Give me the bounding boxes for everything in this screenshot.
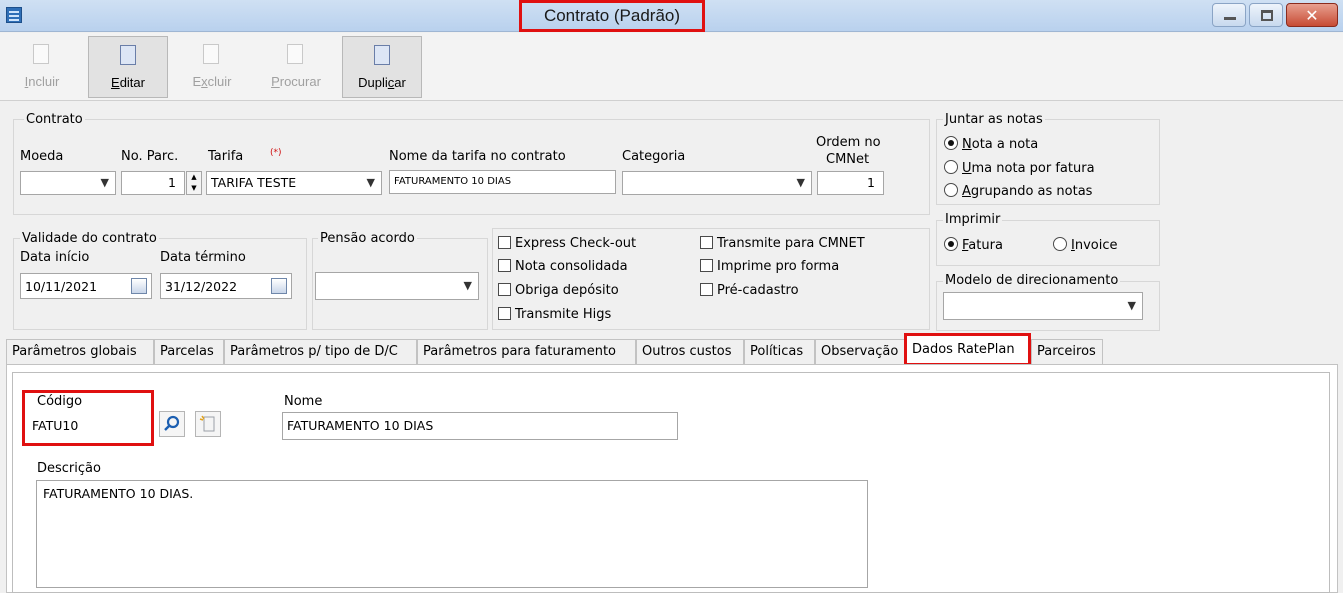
window-title: Contrato (Padrão) [519, 0, 705, 32]
duplicate-icon [374, 45, 390, 65]
moeda-label: Moeda [20, 149, 64, 164]
incluir-button[interactable]: Incluir [2, 36, 82, 98]
edit-document-icon [120, 45, 136, 65]
nome-label: Nome [284, 394, 323, 409]
chevron-down-icon: ▼ [1127, 299, 1136, 312]
radio-uma-nota-por-fatura[interactable]: Uma nota por fatura [944, 160, 1095, 176]
close-icon: ✕ [1305, 5, 1319, 25]
parcelas-spinner[interactable]: ▲ ▼ [186, 171, 202, 195]
ordem-label-line1: Ordem no [816, 135, 881, 150]
radio-agrupando-notas[interactable]: Agrupando as notas [944, 183, 1092, 199]
parcelas-label: No. Parc. [121, 149, 179, 164]
parcelas-input[interactable]: 1 [121, 171, 185, 195]
check-nota-consolidada[interactable]: Nota consolidada [498, 259, 628, 274]
nome-tarifa-label: Nome da tarifa no contrato [389, 149, 566, 164]
ordem-label-line2: CMNet [826, 152, 870, 167]
radio-fatura[interactable]: Fatura [944, 237, 1003, 253]
radio-invoice[interactable]: Invoice [1053, 237, 1118, 253]
calendar-icon[interactable] [131, 278, 147, 294]
tab-parceiros[interactable]: Parceiros [1031, 339, 1103, 366]
chevron-down-icon: ▼ [366, 176, 375, 189]
codigo-label: Código [37, 394, 83, 409]
check-transmite-higs[interactable]: Transmite Higs [498, 307, 611, 322]
maximize-icon [1261, 10, 1273, 21]
tab-dados-rateplan[interactable]: Dados RatePlan [904, 333, 1031, 366]
juntar-notas-title: Juntar as notas [943, 112, 1045, 127]
modelo-title: Modelo de direcionamento [943, 273, 1121, 288]
duplicar-button[interactable]: Duplicar [342, 36, 422, 98]
calendar-icon[interactable] [271, 278, 287, 294]
tab-parametros-faturamento[interactable]: Parâmetros para faturamento [417, 339, 636, 366]
chevron-down-icon: ▼ [796, 176, 805, 189]
validade-title: Validade do contrato [20, 231, 159, 246]
tab-parcelas[interactable]: Parcelas [154, 339, 224, 366]
spin-up-icon: ▲ [191, 173, 197, 181]
data-termino-input[interactable]: 31/12/2022 [160, 273, 292, 299]
spin-down-icon: ▼ [191, 184, 197, 192]
categoria-select[interactable]: ▼ [622, 171, 812, 195]
ordem-input[interactable]: 1 [817, 171, 884, 195]
search-icon [164, 415, 180, 431]
data-termino-label: Data término [160, 250, 246, 265]
excluir-button[interactable]: Excluir [172, 36, 252, 98]
descricao-textarea[interactable]: FATURAMENTO 10 DIAS. [36, 480, 868, 588]
tarifa-required-marker: (*) [270, 148, 282, 158]
new-document-icon [199, 415, 215, 432]
imprimir-title: Imprimir [943, 212, 1003, 227]
nome-tarifa-input[interactable]: FATURAMENTO 10 DIAS [389, 170, 616, 194]
tarifa-label: Tarifa [208, 149, 244, 164]
search-codigo-button[interactable] [159, 411, 185, 437]
app-icon [6, 7, 22, 23]
tab-observacao[interactable]: Observação [815, 339, 905, 366]
categoria-label: Categoria [622, 149, 686, 164]
new-codigo-button[interactable] [195, 411, 221, 437]
tab-parametros-globais[interactable]: Parâmetros globais [6, 339, 154, 366]
editar-button[interactable]: Editar [88, 36, 168, 98]
close-button[interactable]: ✕ [1286, 3, 1338, 27]
radio-nota-a-nota[interactable]: Nota a nota [944, 136, 1038, 152]
chevron-down-icon: ▼ [100, 176, 109, 189]
check-pre-cadastro[interactable]: Pré-cadastro [700, 283, 799, 298]
moeda-select[interactable]: ▼ [20, 171, 116, 195]
tab-politicas[interactable]: Políticas [744, 339, 815, 366]
new-document-icon [33, 44, 49, 64]
check-transmite-cmnet[interactable]: Transmite para CMNET [700, 236, 865, 251]
check-obriga-deposito[interactable]: Obriga depósito [498, 283, 619, 298]
tab-parametros-tipo-dc[interactable]: Parâmetros p/ tipo de D/C [224, 339, 417, 366]
contrato-group [13, 119, 930, 215]
nome-input[interactable]: FATURAMENTO 10 DIAS [282, 412, 678, 440]
codigo-input[interactable]: FATU10 [27, 412, 149, 440]
check-express-checkout[interactable]: Express Check-out [498, 236, 636, 251]
tab-outros-custos[interactable]: Outros custos [636, 339, 744, 366]
minimize-icon [1224, 17, 1236, 20]
delete-document-icon [203, 44, 219, 64]
maximize-button[interactable] [1249, 3, 1283, 27]
contrato-group-title: Contrato [24, 112, 85, 127]
data-inicio-label: Data início [20, 250, 90, 265]
search-document-icon [287, 44, 303, 64]
check-imprime-pro-forma[interactable]: Imprime pro forma [700, 259, 839, 274]
chevron-down-icon: ▼ [463, 279, 472, 292]
procurar-button[interactable]: Procurar [256, 36, 336, 98]
pensao-select[interactable]: ▼ [315, 272, 479, 300]
minimize-button[interactable] [1212, 3, 1246, 27]
modelo-select[interactable]: ▼ [943, 292, 1143, 320]
pensao-title: Pensão acordo [318, 231, 417, 246]
data-inicio-input[interactable]: 10/11/2021 [20, 273, 152, 299]
tarifa-select[interactable]: TARIFA TESTE ▼ [206, 171, 382, 195]
descricao-label: Descrição [37, 461, 101, 476]
